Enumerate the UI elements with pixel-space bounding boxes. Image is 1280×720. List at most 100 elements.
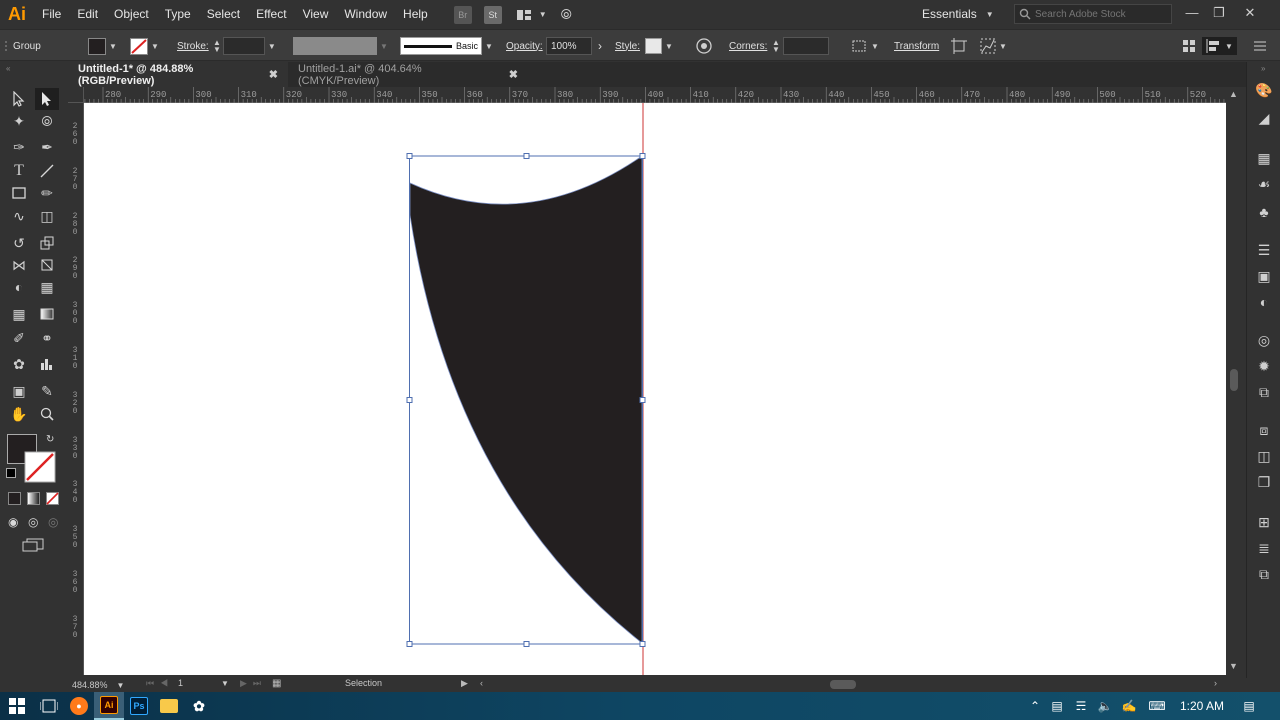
search-input[interactable] [1035,8,1165,20]
close-icon[interactable]: ✖ [269,68,278,81]
swap-fill-stroke-icon[interactable]: ↻ [46,434,54,445]
graphic-styles-icon[interactable]: ✹ [1254,356,1274,376]
artboard-tool-icon[interactable]: ▣ [7,380,31,402]
swatches-panel-icon[interactable]: ▦ [1254,148,1274,168]
hand-tool-icon[interactable]: ✋ [7,403,31,425]
symbols-panel-icon[interactable]: ♣ [1254,202,1274,222]
stock-button[interactable]: St [483,5,502,24]
tab-untitled-1-cmyk[interactable]: Untitled-1.ai* @ 404.64% (CMYK/Preview) … [288,62,528,87]
artboard-field[interactable]: 1 [178,678,222,688]
perspective-grid-tool-icon[interactable]: ▦ [35,276,59,298]
export-icon[interactable]: ⧈ [1254,420,1274,440]
shaper-tool-icon[interactable]: ∿ [7,205,31,227]
screen-mode-icon[interactable] [22,538,44,555]
vertical-ruler[interactable]: 2 6 0 2 7 0 2 8 0 2 9 0 3 0 0 3 1 0 3 2 0 3 3 0… [68,103,84,675]
pen-tool-icon[interactable]: ✑ [7,136,31,158]
asset-export-icon[interactable]: ⧉ [1254,382,1274,402]
selection-tool-icon[interactable] [7,88,31,110]
menu-file[interactable]: File [34,0,69,29]
windows-start-icon[interactable] [0,692,34,720]
bridge-button[interactable]: Br [453,5,472,24]
line-segment-tool-icon[interactable] [35,160,59,182]
close-icon[interactable]: ✖ [509,68,518,81]
isolate-group-icon[interactable] [951,30,967,62]
opacity-field[interactable]: 100% › [546,30,602,62]
chevron-right-icon[interactable]: › [598,39,602,53]
draw-inside-icon[interactable]: ◎ [48,515,58,529]
layers-panel-icon[interactable]: ◫ [1254,446,1274,466]
expand-panels-icon[interactable]: » [1261,64,1265,73]
puppet-warp-icon[interactable]: ▼ [980,30,1007,62]
wifi-icon[interactable]: ☴ [1070,692,1092,720]
restore-icon[interactable]: ❐ [1209,4,1229,22]
align-options-icon[interactable]: ▼ [1202,30,1237,62]
direct-selection-tool-icon[interactable] [35,88,59,110]
shape-builder-tool-icon[interactable]: ◐ [7,276,31,298]
menu-view[interactable]: View [295,0,337,29]
transform-link[interactable]: Transform [894,30,939,62]
draw-normal-icon[interactable]: ◉ [8,515,18,529]
clock[interactable]: 1:20 AM [1172,692,1232,720]
horizontal-scroll-thumb[interactable] [830,680,856,689]
scroll-up-icon[interactable]: ▲ [1229,89,1238,99]
artboard-nav-prev-icons[interactable]: ⏮◀ [146,678,174,689]
illustrator-taskbar-icon[interactable]: Ai [94,692,124,720]
menu-select[interactable]: Select [199,0,248,29]
column-graph-tool-icon[interactable] [35,353,59,375]
variable-width-profile[interactable]: ▼ [293,30,388,62]
menu-object[interactable]: Object [106,0,157,29]
stroke-weight-field[interactable]: ▲ ▼ ▼ [213,30,276,62]
symbol-sprayer-tool-icon[interactable]: ✿ [7,353,31,375]
corners-label[interactable]: Corners: [729,30,767,62]
keyboard-icon[interactable]: ⌨ [1146,692,1168,720]
slice-tool-icon[interactable]: ✎ [35,380,59,402]
opacity-value[interactable]: 100% [546,37,592,55]
stroke-color-swatch[interactable] [24,451,56,483]
scroll-thumb[interactable] [1230,369,1238,391]
default-fill-stroke-icon[interactable] [6,468,16,478]
gpu-performance-icon[interactable]: ⦾ [561,6,572,23]
free-transform-tool-icon[interactable] [35,254,59,276]
task-view-icon[interactable] [34,692,64,720]
eyedropper-tool-icon[interactable]: ✐ [7,327,31,349]
eraser-tool-icon[interactable]: ◫ [35,205,59,227]
volume-icon[interactable]: 🔈 [1094,692,1116,720]
color-guide-icon[interactable]: ◢ [1254,108,1274,128]
selected-shape[interactable] [409,155,643,644]
align-panel-icon[interactable]: ≣ [1254,538,1274,558]
color-mode-icon[interactable] [8,492,21,505]
fill-swatch[interactable]: ▼ [88,30,117,62]
draw-behind-icon[interactable]: ◎ [28,515,38,529]
stroke-label[interactable]: Stroke: [177,30,209,62]
stroke-panel-icon[interactable]: ☰ [1254,240,1274,260]
horizontal-ruler[interactable]: 280 290 300 310 320 330 340 350 360 370 380 390 400 4… [68,87,1226,103]
arrange-panels-icon[interactable] [1182,30,1196,62]
vertical-scrollbar[interactable]: ▲ ▼ [1226,87,1242,675]
artboard-panel-icon[interactable]: ▦ [272,678,281,689]
lasso-tool-icon[interactable]: ⦾ [35,110,59,132]
network-app-icon[interactable]: ✿ [184,692,214,720]
zoom-field[interactable]: 484.88% ▼ [72,678,134,692]
gradient-tool-icon[interactable] [35,303,59,325]
tray-expand-icon[interactable]: ⌃ [1024,692,1046,720]
scroll-right-icon[interactable]: › [1214,678,1217,688]
status-menu-icon[interactable]: ▶ [461,678,468,689]
brushes-panel-icon[interactable]: ☙ [1254,174,1274,194]
gradient-panel-icon[interactable]: ▣ [1254,266,1274,286]
pathfinder-panel-icon[interactable]: ⧉ [1254,564,1274,584]
recolor-artwork-icon[interactable] [696,30,712,62]
gradient-mode-icon[interactable] [27,492,40,505]
brush-definition[interactable]: Basic ▼ [400,30,493,62]
corners-field[interactable]: ▲ ▼ [772,30,829,62]
scale-tool-icon[interactable] [35,232,59,254]
transform-panel-icon[interactable]: ⊞ [1254,512,1274,532]
paintbrush-tool-icon[interactable]: ✏ [35,182,59,204]
menu-edit[interactable]: Edit [69,0,106,29]
chevron-down-icon[interactable]: ▼ [218,678,229,688]
collapse-panel-icon[interactable]: « [6,64,10,73]
curvature-tool-icon[interactable]: ✒ [35,136,59,158]
none-mode-icon[interactable] [46,492,59,508]
file-explorer-icon[interactable] [154,692,184,720]
color-panel-icon[interactable]: 🎨 [1254,80,1274,100]
firefox-icon[interactable]: ● [64,692,94,720]
